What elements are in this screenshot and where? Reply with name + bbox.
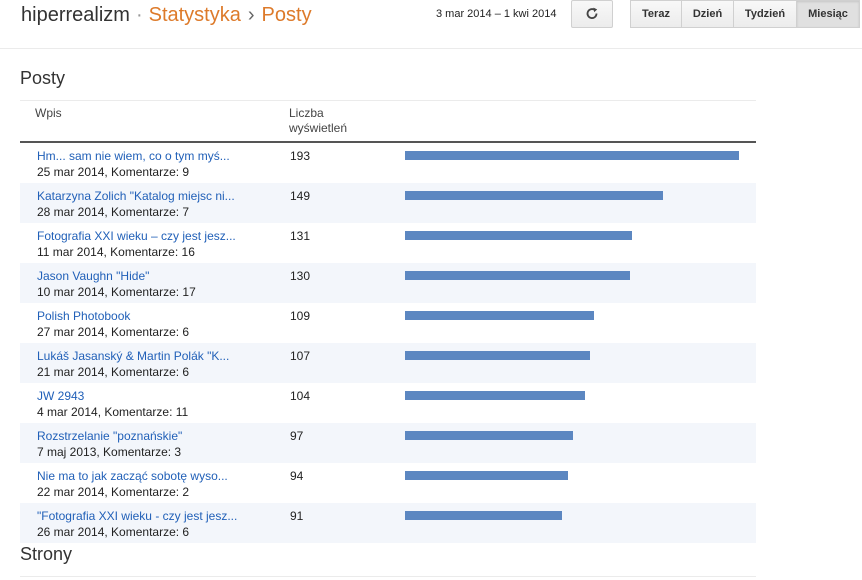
breadcrumb-current-page: Posty [261, 4, 312, 26]
post-title-link[interactable]: Fotografia XXI wieku – czy jest jesz... [37, 229, 236, 243]
post-view-count: 104 [290, 389, 311, 403]
post-meta: 11 mar 2014, Komentarze: 16 [37, 245, 195, 259]
table-row: Polish Photobook 27 mar 2014, Komentarze:… [20, 303, 756, 343]
pages-section-title: Strony [20, 544, 73, 564]
post-view-count: 97 [290, 429, 304, 443]
column-header-views-line1: Liczba [289, 106, 324, 120]
period-now-button[interactable]: Teraz [630, 0, 682, 28]
post-view-count: 91 [290, 509, 304, 523]
table-row: Katarzyna Zolich "Katalog miejsc ni... 28… [20, 183, 756, 223]
table-row: JW 2943 4 mar 2014, Komentarze: 11 104 [20, 383, 756, 423]
post-view-count: 130 [290, 269, 311, 283]
views-bar [405, 351, 590, 360]
post-view-count: 94 [290, 469, 304, 483]
posts-table: Wpis Liczba wyświetleń Hm... sam nie wie… [20, 100, 756, 543]
breadcrumb-arrow: › [247, 4, 255, 26]
post-title-link[interactable]: Rozstrzelanie "poznańskie" [37, 429, 182, 443]
posts-section-title: Posty [20, 68, 66, 88]
post-title-link[interactable]: Lukáš Jasanský & Martin Polák "K... [37, 349, 229, 363]
breadcrumb-blog-name[interactable]: hiperrealizm [21, 4, 130, 26]
post-meta: 26 mar 2014, Komentarze: 6 [37, 525, 190, 539]
table-row: Nie ma to jak zacząć sobotę wyso... 22 ma… [20, 463, 756, 503]
post-view-count: 131 [290, 229, 311, 243]
post-meta: 4 mar 2014, Komentarze: 11 [37, 405, 189, 419]
post-title-link[interactable]: Hm... sam nie wiem, co o tym myś... [37, 149, 230, 163]
breadcrumb-separator: · [135, 4, 143, 26]
period-month-button[interactable]: Miesiąc [796, 0, 860, 28]
period-week-button[interactable]: Tydzień [733, 0, 797, 28]
period-day-button[interactable]: Dzień [681, 0, 734, 28]
table-row: Rozstrzelanie "poznańskie" 7 maj 2013, Ko… [20, 423, 756, 463]
views-bar [405, 471, 568, 480]
table-row: Hm... sam nie wiem, co o tym myś... 25 ma… [20, 143, 756, 183]
table-row: Lukáš Jasanský & Martin Polák "K... 21 ma… [20, 343, 756, 383]
post-meta: 7 maj 2013, Komentarze: 3 [37, 445, 182, 459]
post-view-count: 107 [290, 349, 311, 363]
post-meta: 25 mar 2014, Komentarze: 9 [37, 165, 190, 179]
post-title-link[interactable]: JW 2943 [37, 389, 84, 403]
post-meta: 27 mar 2014, Komentarze: 6 [37, 325, 190, 339]
views-bar [405, 231, 632, 240]
views-bar [405, 191, 663, 200]
period-selector: Teraz Dzień Tydzień Miesiąc [630, 0, 860, 28]
table-row: Fotografia XXI wieku – czy jest jesz... 1… [20, 223, 756, 263]
post-view-count: 149 [290, 189, 311, 203]
post-title-link[interactable]: Nie ma to jak zacząć sobotę wyso... [37, 469, 228, 483]
post-title-link[interactable]: "Fotografia XXI wieku - czy jest jesz... [37, 509, 237, 523]
pages-section-divider [20, 576, 756, 577]
column-header-views: Liczba wyświetleń [289, 106, 347, 136]
views-bar [405, 431, 573, 440]
table-header: Wpis Liczba wyświetleń [20, 100, 756, 143]
post-title-link[interactable]: Katarzyna Zolich "Katalog miejsc ni... [37, 189, 235, 203]
post-meta: 21 mar 2014, Komentarze: 6 [37, 365, 190, 379]
column-header-post: Wpis [35, 106, 62, 120]
table-body: Hm... sam nie wiem, co o tym myś... 25 ma… [20, 143, 756, 543]
views-bar [405, 151, 739, 160]
breadcrumb-stats-link[interactable]: Statystyka [149, 4, 241, 26]
views-bar [405, 511, 562, 520]
breadcrumb: hiperrealizm · Statystyka › Posty [21, 3, 312, 27]
top-bar: hiperrealizm · Statystyka › Posty 3 mar 2014… [0, 0, 862, 49]
views-bar [405, 311, 594, 320]
column-header-views-line2: wyświetleń [289, 121, 348, 135]
post-meta: 10 mar 2014, Komentarze: 17 [37, 285, 196, 299]
refresh-button[interactable] [571, 0, 613, 28]
post-meta: 28 mar 2014, Komentarze: 7 [37, 205, 190, 219]
post-view-count: 109 [290, 309, 311, 323]
post-title-link[interactable]: Jason Vaughn "Hide" [37, 269, 149, 283]
date-range-label: 3 mar 2014 – 1 kwi 2014 [436, 8, 557, 20]
post-title-link[interactable]: Polish Photobook [37, 309, 130, 323]
refresh-icon [586, 7, 598, 19]
post-meta: 22 mar 2014, Komentarze: 2 [37, 485, 190, 499]
post-view-count: 193 [290, 149, 311, 163]
table-row: "Fotografia XXI wieku - czy jest jesz...… [20, 503, 756, 543]
views-bar [405, 271, 630, 280]
table-row: Jason Vaughn "Hide" 10 mar 2014, Komentar… [20, 263, 756, 303]
views-bar [405, 391, 585, 400]
